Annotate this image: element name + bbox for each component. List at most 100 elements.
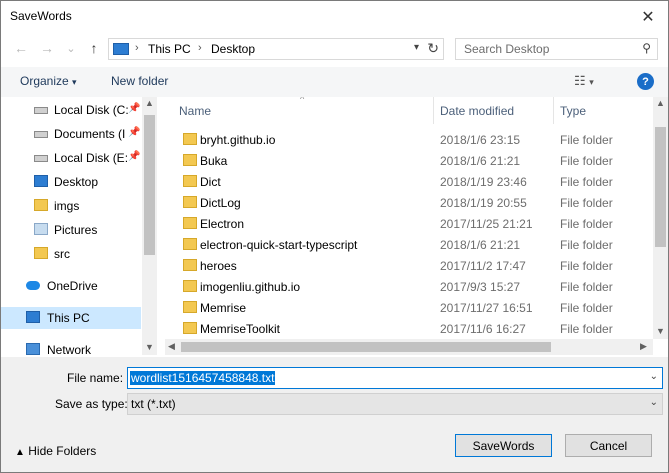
scroll-up-icon[interactable]: ▲ xyxy=(145,98,154,108)
file-type: File folder xyxy=(560,322,613,336)
sidebar-item-label: Local Disk (C: xyxy=(54,103,129,117)
close-button[interactable]: ✕ xyxy=(636,5,660,29)
file-type: File folder xyxy=(560,175,613,189)
save-type-label: Save as type: xyxy=(55,397,128,411)
sidebar-item-imgs[interactable]: imgs xyxy=(1,195,141,217)
scroll-down-icon[interactable]: ▼ xyxy=(145,342,154,352)
file-row[interactable]: Buka 2018/1/6 21:21 File folder xyxy=(165,150,653,171)
this-pc-icon xyxy=(113,43,129,55)
sidebar-item-pictures[interactable]: Pictures xyxy=(1,219,141,241)
hide-folders-label: Hide Folders xyxy=(28,444,97,458)
sidebar-item-network[interactable]: Network xyxy=(1,339,141,355)
organize-menu[interactable]: Organize ▾ xyxy=(20,74,77,88)
up-button[interactable]: ↑ xyxy=(84,38,104,58)
sort-ascending-icon: ^ xyxy=(300,97,305,104)
pin-icon: 📌 xyxy=(128,127,141,138)
file-row[interactable]: DictLog 2018/1/19 20:55 File folder xyxy=(165,192,653,213)
hide-folders-toggle[interactable]: ▲ Hide Folders xyxy=(15,444,96,458)
disk-icon xyxy=(34,155,48,162)
file-row[interactable]: Electron 2017/11/25 21:21 File folder xyxy=(165,213,653,234)
scroll-left-icon[interactable]: ◀ xyxy=(168,341,175,352)
scroll-up-icon[interactable]: ▲ xyxy=(656,98,665,108)
save-type-select[interactable]: txt (*.txt) ⌄ xyxy=(127,393,663,415)
organize-label: Organize xyxy=(20,74,69,88)
folder-icon xyxy=(183,301,197,313)
view-options-button[interactable]: ☷ ▾ xyxy=(574,73,594,89)
refresh-icon[interactable]: ↻ xyxy=(427,40,439,57)
file-list: ^ Name Date modified Type bryht.github.i… xyxy=(165,97,653,339)
folder-icon xyxy=(34,199,48,211)
scroll-thumb[interactable] xyxy=(181,342,551,352)
file-row[interactable]: MemriseToolkit 2017/11/6 16:27 File fold… xyxy=(165,318,653,339)
scroll-down-icon[interactable]: ▼ xyxy=(656,326,665,336)
back-button[interactable]: ← xyxy=(11,38,31,58)
sidebar-item-desktop[interactable]: Desktop xyxy=(1,171,141,193)
onedrive-icon xyxy=(26,281,40,290)
folder-icon xyxy=(183,259,197,271)
new-folder-button[interactable]: New folder xyxy=(111,74,168,88)
column-header-name[interactable]: Name xyxy=(179,104,211,118)
file-row[interactable]: Dict 2018/1/19 23:46 File folder xyxy=(165,171,653,192)
chevron-right-icon[interactable]: › xyxy=(135,42,139,54)
scroll-thumb[interactable] xyxy=(655,127,666,247)
folder-icon xyxy=(34,247,48,259)
scroll-right-icon[interactable]: ▶ xyxy=(640,341,647,352)
file-name: heroes xyxy=(200,259,237,273)
sidebar-item-onedrive[interactable]: OneDrive xyxy=(1,275,141,297)
sidebar-item-label: Pictures xyxy=(54,223,98,237)
file-name: MemriseToolkit xyxy=(200,322,281,336)
column-header-date[interactable]: Date modified xyxy=(440,104,514,118)
column-header-type[interactable]: Type xyxy=(560,104,586,118)
file-name: bryht.github.io xyxy=(200,133,276,147)
file-row[interactable]: Memrise 2017/11/27 16:51 File folder xyxy=(165,297,653,318)
disk-icon xyxy=(34,107,48,114)
file-type: File folder xyxy=(560,301,613,315)
save-button[interactable]: SaveWords xyxy=(455,434,552,457)
folder-icon xyxy=(183,280,197,292)
forward-button[interactable]: → xyxy=(37,38,57,58)
recent-locations-button[interactable]: ⌄ xyxy=(61,38,81,58)
file-row[interactable]: imogenliu.github.io 2017/9/3 15:27 File … xyxy=(165,276,653,297)
search-input[interactable]: Search Desktop ⚲ xyxy=(455,38,658,60)
file-name-value: wordlist1516457458848.txt xyxy=(130,371,276,385)
sidebar-item-this-pc[interactable]: This PC xyxy=(1,307,141,329)
file-list-horizontal-scrollbar[interactable]: ◀ ▶ xyxy=(165,339,653,355)
sidebar-item-src[interactable]: src xyxy=(1,243,141,265)
scroll-thumb[interactable] xyxy=(144,115,155,255)
chevron-down-icon[interactable]: ⌄ xyxy=(650,397,658,408)
column-divider[interactable] xyxy=(553,97,554,124)
file-name: electron-quick-start-typescript xyxy=(200,238,358,252)
file-date: 2018/1/6 23:15 xyxy=(440,133,521,147)
file-date: 2017/11/25 21:21 xyxy=(440,217,533,231)
file-name: Dict xyxy=(200,175,221,189)
file-row[interactable]: heroes 2017/11/2 17:47 File folder xyxy=(165,255,653,276)
network-icon xyxy=(26,343,40,355)
sidebar-scrollbar[interactable]: ▲ ▼ xyxy=(142,97,157,355)
sidebar-item-local-disk-e[interactable]: Local Disk (E: 📌 xyxy=(1,147,141,169)
search-icon[interactable]: ⚲ xyxy=(642,41,651,55)
cancel-button[interactable]: Cancel xyxy=(565,434,652,457)
chevron-right-icon[interactable]: › xyxy=(198,42,202,54)
sidebar-item-local-disk-c[interactable]: Local Disk (C: 📌 xyxy=(1,99,141,121)
file-name-field[interactable]: wordlist1516457458848.txt ⌄ xyxy=(127,367,663,389)
folder-icon xyxy=(183,322,197,334)
folder-icon xyxy=(183,196,197,208)
sidebar-item-label: Local Disk (E: xyxy=(54,151,129,165)
sidebar-item-label: src xyxy=(54,247,70,261)
help-button[interactable]: ? xyxy=(637,73,654,90)
file-name: imogenliu.github.io xyxy=(200,280,301,294)
sidebar-item-documents[interactable]: Documents (I 📌 xyxy=(1,123,141,145)
file-type: File folder xyxy=(560,154,613,168)
breadcrumb-this-pc[interactable]: This PC xyxy=(148,42,191,56)
search-placeholder: Search Desktop xyxy=(464,42,550,56)
column-divider[interactable] xyxy=(433,97,434,124)
chevron-down-icon[interactable]: ▾ xyxy=(414,42,419,53)
file-row[interactable]: bryht.github.io 2018/1/6 23:15 File fold… xyxy=(165,129,653,150)
file-row[interactable]: electron-quick-start-typescript 2018/1/6… xyxy=(165,234,653,255)
address-bar[interactable]: › This PC › Desktop ▾ ↻ xyxy=(108,38,444,60)
breadcrumb-desktop[interactable]: Desktop xyxy=(211,42,255,56)
pin-icon: 📌 xyxy=(128,151,141,162)
desktop-icon xyxy=(34,175,48,187)
chevron-down-icon[interactable]: ⌄ xyxy=(650,371,658,382)
file-list-vertical-scrollbar[interactable]: ▲ ▼ xyxy=(653,97,668,339)
